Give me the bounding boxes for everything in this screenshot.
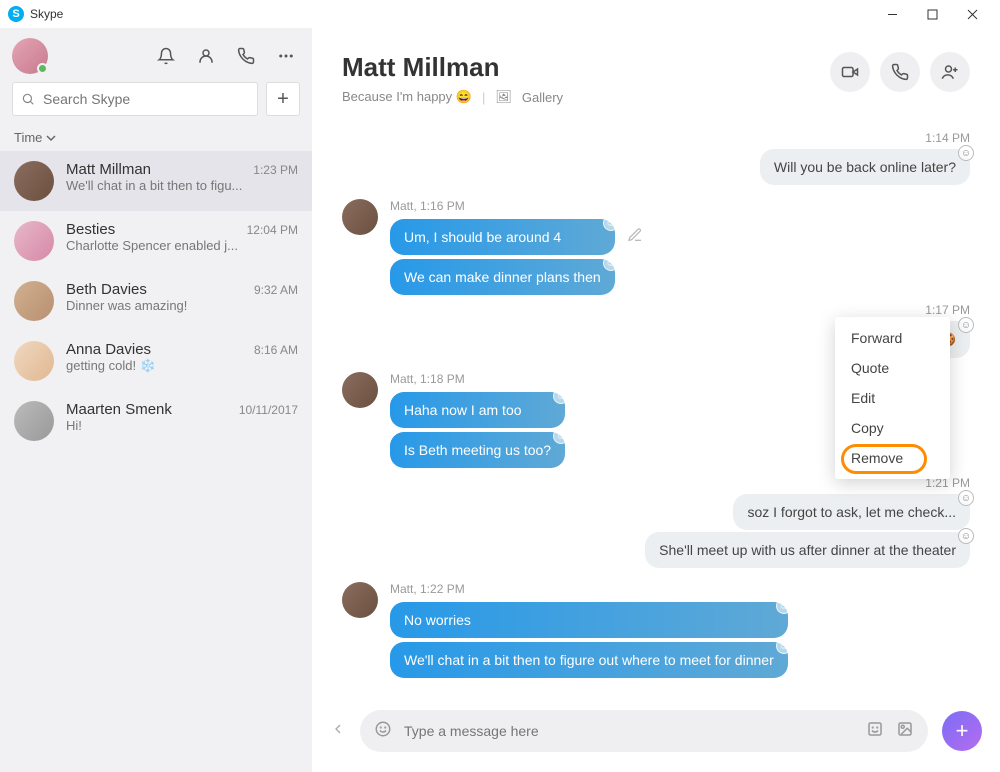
chat-preview: Charlotte Spencer enabled j...	[66, 238, 298, 253]
incoming-message[interactable]: Haha now I am too☺	[390, 392, 565, 428]
gallery-icon: 🖼	[495, 89, 512, 105]
my-avatar[interactable]	[12, 38, 48, 74]
incoming-message[interactable]: Is Beth meeting us too?☺	[390, 432, 565, 468]
audio-call-button[interactable]	[880, 52, 920, 92]
skype-logo-icon: S	[8, 6, 24, 22]
divider: |	[482, 90, 485, 105]
menu-remove[interactable]: Remove	[835, 443, 950, 473]
chat-time: 10/11/2017	[239, 403, 298, 417]
sort-selector[interactable]: Time	[0, 124, 312, 151]
menu-quote[interactable]: Quote	[835, 353, 950, 383]
chat-preview: getting cold! ❄️	[66, 358, 298, 374]
react-icon[interactable]: ☺	[603, 255, 619, 271]
app-title: Skype	[30, 7, 872, 21]
incoming-message[interactable]: We'll chat in a bit then to figure out w…	[390, 642, 788, 678]
timestamp: 1:14 PM	[342, 131, 970, 145]
notifications-button[interactable]	[152, 42, 180, 70]
sender-avatar	[342, 199, 378, 235]
compose-box[interactable]	[360, 710, 928, 752]
context-menu: Forward Quote Edit Copy Remove	[835, 317, 950, 479]
sender-label: Matt, 1:22 PM	[390, 582, 788, 596]
add-participant-button[interactable]	[930, 52, 970, 92]
back-button[interactable]	[330, 721, 346, 742]
chat-name: Beth Davies	[66, 281, 147, 298]
chat-item[interactable]: Anna Davies 8:16 AM getting cold! ❄️	[0, 331, 312, 391]
incoming-message[interactable]: No worries☺	[390, 602, 788, 638]
outgoing-message[interactable]: She'll meet up with us after dinner at t…	[645, 532, 970, 568]
add-button[interactable]: +	[266, 82, 300, 116]
outgoing-message[interactable]: Will you be back online later?☺	[760, 149, 970, 185]
chat-preview: Hi!	[66, 418, 298, 433]
incoming-message[interactable]: We can make dinner plans then☺	[390, 259, 615, 295]
chat-name: Matt Millman	[66, 161, 151, 178]
close-button[interactable]	[952, 0, 992, 28]
chat-item[interactable]: Besties 12:04 PM Charlotte Spencer enable…	[0, 211, 312, 271]
react-icon[interactable]: ☺	[958, 528, 974, 544]
chat-time: 12:04 PM	[247, 223, 298, 237]
chat-item[interactable]: Matt Millman 1:23 PM We'll chat in a bit …	[0, 151, 312, 211]
sticker-button[interactable]	[866, 720, 884, 743]
incoming-message[interactable]: Um, I should be around 4☺	[390, 219, 615, 255]
search-input[interactable]	[43, 91, 249, 107]
react-icon[interactable]: ☺	[603, 215, 619, 231]
chat-name: Maarten Smenk	[66, 401, 172, 418]
title-bar: S Skype	[0, 0, 1000, 28]
chat-item[interactable]: Maarten Smenk 10/11/2017 Hi!	[0, 391, 312, 451]
message-list: 1:14 PM Will you be back online later?☺ …	[312, 123, 1000, 702]
sidebar: + Time Matt Millman 1:23 PM We'll chat in…	[0, 28, 312, 772]
chat-preview: We'll chat in a bit then to figu...	[66, 178, 298, 193]
video-call-button[interactable]	[830, 52, 870, 92]
sender-avatar	[342, 582, 378, 618]
chat-item[interactable]: Beth Davies 9:32 AM Dinner was amazing!	[0, 271, 312, 331]
chat-name: Anna Davies	[66, 341, 151, 358]
edit-icon[interactable]	[627, 227, 643, 248]
chat-time: 1:23 PM	[253, 163, 298, 177]
chat-list: Matt Millman 1:23 PM We'll chat in a bit …	[0, 151, 312, 772]
contact-name: Matt Millman	[342, 52, 830, 83]
avatar	[14, 401, 54, 441]
search-box[interactable]	[12, 82, 258, 116]
sender-avatar	[342, 372, 378, 408]
conversation-pane: Matt Millman Because I'm happy 😄 | 🖼 Gal…	[312, 28, 1000, 772]
chat-time: 9:32 AM	[254, 283, 298, 297]
contacts-button[interactable]	[192, 42, 220, 70]
conversation-header: Matt Millman Because I'm happy 😄 | 🖼 Gal…	[312, 28, 1000, 123]
react-icon[interactable]: ☺	[958, 317, 974, 333]
chat-preview: Dinner was amazing!	[66, 298, 298, 313]
outgoing-message[interactable]: soz I forgot to ask, let me check...☺	[733, 494, 970, 530]
react-icon[interactable]: ☺	[776, 638, 792, 654]
calls-button[interactable]	[232, 42, 260, 70]
more-button[interactable]	[272, 42, 300, 70]
menu-edit[interactable]: Edit	[835, 383, 950, 413]
search-icon	[21, 92, 35, 106]
chat-name: Besties	[66, 221, 115, 238]
sender-label: Matt, 1:16 PM	[390, 199, 615, 213]
react-icon[interactable]: ☺	[958, 490, 974, 506]
avatar	[14, 281, 54, 321]
status-text: Because I'm happy 😄	[342, 89, 472, 105]
react-icon[interactable]: ☺	[776, 598, 792, 614]
emoji-button[interactable]	[374, 720, 392, 743]
sender-label: Matt, 1:18 PM	[390, 372, 565, 386]
presence-dot-icon	[37, 63, 48, 74]
menu-copy[interactable]: Copy	[835, 413, 950, 443]
react-icon[interactable]: ☺	[553, 388, 569, 404]
avatar	[14, 341, 54, 381]
chevron-down-icon	[46, 133, 56, 143]
avatar	[14, 161, 54, 201]
avatar	[14, 221, 54, 261]
minimize-button[interactable]	[872, 0, 912, 28]
react-icon[interactable]: ☺	[958, 145, 974, 161]
react-icon[interactable]: ☺	[553, 428, 569, 444]
timestamp: 1:17 PM	[342, 303, 970, 317]
chat-time: 8:16 AM	[254, 343, 298, 357]
menu-forward[interactable]: Forward	[835, 323, 950, 353]
gallery-link[interactable]: Gallery	[522, 90, 563, 105]
message-input[interactable]	[404, 723, 854, 739]
maximize-button[interactable]	[912, 0, 952, 28]
sort-label: Time	[14, 130, 42, 145]
composer: +	[312, 702, 1000, 772]
send-fab[interactable]: +	[942, 711, 982, 751]
attachment-button[interactable]	[896, 720, 914, 743]
